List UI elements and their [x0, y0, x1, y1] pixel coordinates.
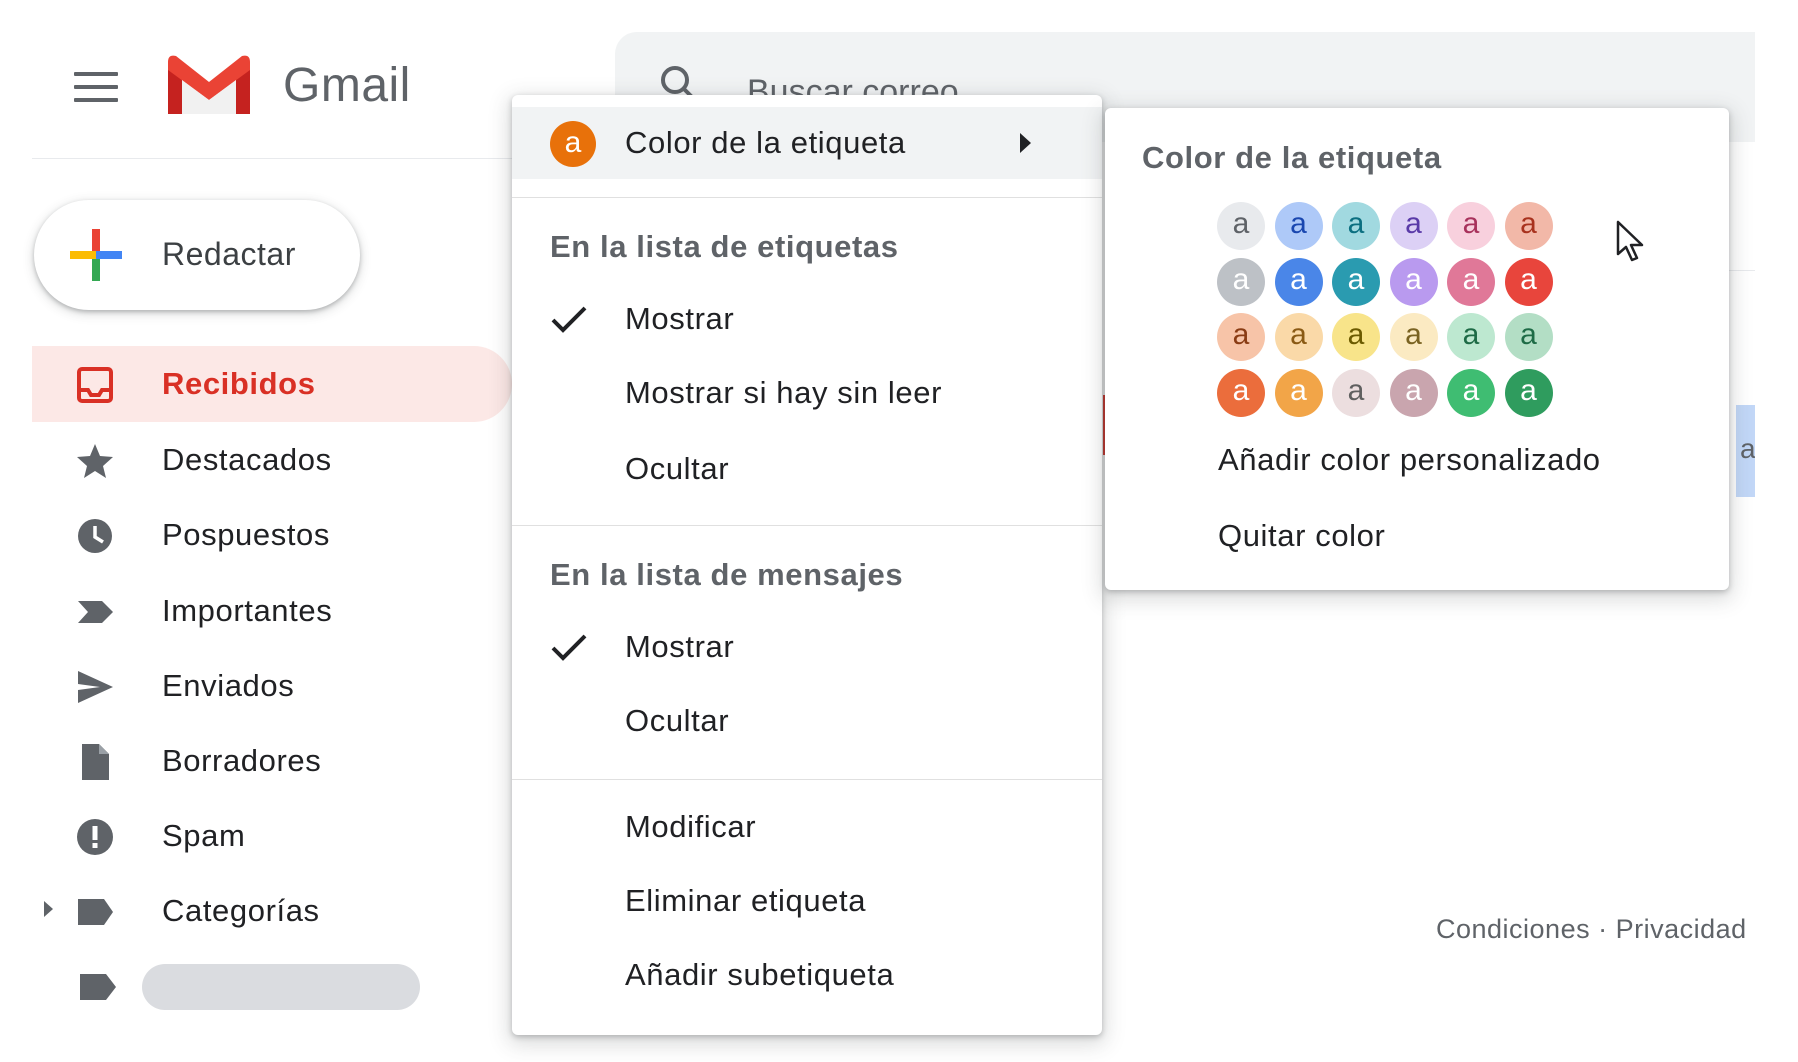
- compose-button[interactable]: Redactar: [34, 200, 360, 310]
- submenu-title: Color de la etiqueta: [1142, 140, 1442, 175]
- color-swatch[interactable]: a: [1389, 257, 1438, 306]
- expand-arrow-icon[interactable]: [44, 901, 53, 917]
- nav-item-snoozed[interactable]: Pospuestos: [32, 497, 512, 573]
- nav-item-inbox[interactable]: Recibidos: [32, 346, 512, 422]
- checkmark-icon: [551, 634, 587, 661]
- label-icon: [78, 899, 113, 925]
- nav-label: Borradores: [162, 743, 322, 778]
- plus-icon: [70, 229, 122, 281]
- menu-item-label: Eliminar etiqueta: [625, 883, 867, 918]
- menu-divider: [512, 525, 1102, 526]
- color-swatch[interactable]: a: [1332, 202, 1380, 250]
- mouse-cursor-icon: [1616, 220, 1644, 262]
- menu-item-label: Mostrar: [625, 301, 735, 336]
- menu-item-add-sublabel[interactable]: Añadir subetiqueta: [512, 939, 1102, 1011]
- footer-links[interactable]: Condiciones · Privacidad: [1436, 914, 1747, 945]
- nav-item-sent[interactable]: Enviados: [32, 648, 512, 724]
- spam-icon: [77, 819, 113, 855]
- nav-label: Recibidos: [162, 366, 316, 401]
- color-swatch[interactable]: a: [1274, 257, 1323, 306]
- color-swatch[interactable]: a: [1447, 313, 1495, 361]
- section-heading-label-list: En la lista de etiquetas: [550, 229, 899, 264]
- color-swatch[interactable]: a: [1274, 313, 1323, 361]
- color-swatch[interactable]: a: [1332, 368, 1380, 417]
- nav-label: Enviados: [162, 668, 295, 703]
- nav-item-important[interactable]: Importantes: [32, 573, 512, 649]
- menu-item-label: Ocultar: [625, 703, 730, 738]
- color-swatch[interactable]: a: [1217, 368, 1265, 417]
- remove-color-button[interactable]: Quitar color: [1218, 518, 1385, 554]
- menu-divider: [512, 779, 1102, 780]
- menu-divider: [512, 197, 1102, 198]
- inbox-icon: [77, 367, 113, 403]
- color-swatch[interactable]: a: [1504, 313, 1553, 361]
- submenu-arrow-icon: [1020, 133, 1031, 153]
- color-swatch[interactable]: a: [1447, 202, 1495, 250]
- color-swatch[interactable]: a: [1389, 368, 1438, 417]
- nav-label: Destacados: [162, 442, 332, 477]
- draft-icon: [82, 744, 109, 780]
- section-heading-message-list: En la lista de mensajes: [550, 557, 904, 592]
- color-swatch[interactable]: a: [1217, 202, 1265, 250]
- color-swatch[interactable]: a: [1332, 257, 1380, 306]
- app-name: Gmail: [283, 59, 411, 112]
- menu-item-label-list-hide[interactable]: Ocultar: [512, 433, 1102, 505]
- color-swatch[interactable]: a: [1447, 257, 1495, 306]
- label-color-swatch: a: [550, 121, 596, 167]
- clock-icon: [78, 519, 112, 553]
- label-icon: [80, 974, 116, 1000]
- menu-item-message-list-show[interactable]: Mostrar: [512, 611, 1102, 683]
- checkmark-icon: [551, 306, 587, 333]
- menu-item-label: Mostrar si hay sin leer: [625, 375, 943, 410]
- menu-item-label: Mostrar: [625, 629, 735, 664]
- color-swatch[interactable]: a: [1274, 368, 1323, 417]
- menu-item-label: Ocultar: [625, 451, 730, 486]
- add-custom-color-button[interactable]: Añadir color personalizado: [1218, 442, 1601, 478]
- color-swatch[interactable]: a: [1389, 313, 1438, 361]
- main-menu-icon[interactable]: [74, 72, 118, 102]
- send-icon: [78, 671, 113, 703]
- star-icon: [77, 444, 113, 478]
- important-icon: [78, 601, 113, 623]
- partial-text-clip: a: [1736, 405, 1755, 497]
- color-swatch[interactable]: a: [1447, 368, 1495, 417]
- menu-item-label: Color de la etiqueta: [625, 125, 906, 160]
- color-swatch[interactable]: a: [1504, 202, 1553, 250]
- nav-label: Categorías: [162, 893, 320, 928]
- menu-item-label: Modificar: [625, 809, 757, 844]
- nav-item-starred[interactable]: Destacados: [32, 422, 512, 498]
- nav-item-drafts[interactable]: Borradores: [32, 723, 512, 799]
- menu-item-label: Añadir subetiqueta: [625, 957, 895, 992]
- menu-item-edit[interactable]: Modificar: [512, 791, 1102, 863]
- menu-item-label-list-show-unread[interactable]: Mostrar si hay sin leer: [512, 357, 1102, 429]
- partial-text: a: [1740, 433, 1755, 464]
- nav-label: Importantes: [162, 593, 333, 628]
- color-swatch[interactable]: a: [1274, 202, 1323, 250]
- color-swatch[interactable]: a: [1504, 368, 1553, 417]
- nav-item-spam[interactable]: Spam: [32, 798, 512, 874]
- compose-label: Redactar: [162, 236, 296, 272]
- label-context-menu: a Color de la etiqueta En la lista de et…: [512, 95, 1102, 1035]
- color-swatch-grid: aaaaaaaaaaaaaaaaaaaaaaaa: [1217, 202, 1577, 422]
- nav-label: Pospuestos: [162, 517, 330, 552]
- menu-item-delete-label[interactable]: Eliminar etiqueta: [512, 865, 1102, 937]
- color-swatch[interactable]: a: [1389, 202, 1438, 250]
- nav-item-categories[interactable]: Categorías: [32, 873, 512, 949]
- menu-item-message-list-hide[interactable]: Ocultar: [512, 685, 1102, 757]
- menu-item-label-list-show[interactable]: Mostrar: [512, 283, 1102, 355]
- label-color-submenu: Color de la etiqueta aaaaaaaaaaaaaaaaaaa…: [1105, 108, 1729, 590]
- menu-item-label-color[interactable]: a Color de la etiqueta: [512, 107, 1102, 179]
- nav-label: Spam: [162, 818, 246, 853]
- color-swatch[interactable]: a: [1217, 313, 1265, 361]
- color-swatch[interactable]: a: [1332, 313, 1380, 361]
- footer: Condiciones · Privacidad: [1436, 900, 1755, 960]
- gmail-logo[interactable]: [164, 52, 254, 118]
- redacted-label[interactable]: [142, 964, 420, 1010]
- color-swatch[interactable]: a: [1504, 257, 1553, 306]
- color-swatch[interactable]: a: [1217, 257, 1265, 306]
